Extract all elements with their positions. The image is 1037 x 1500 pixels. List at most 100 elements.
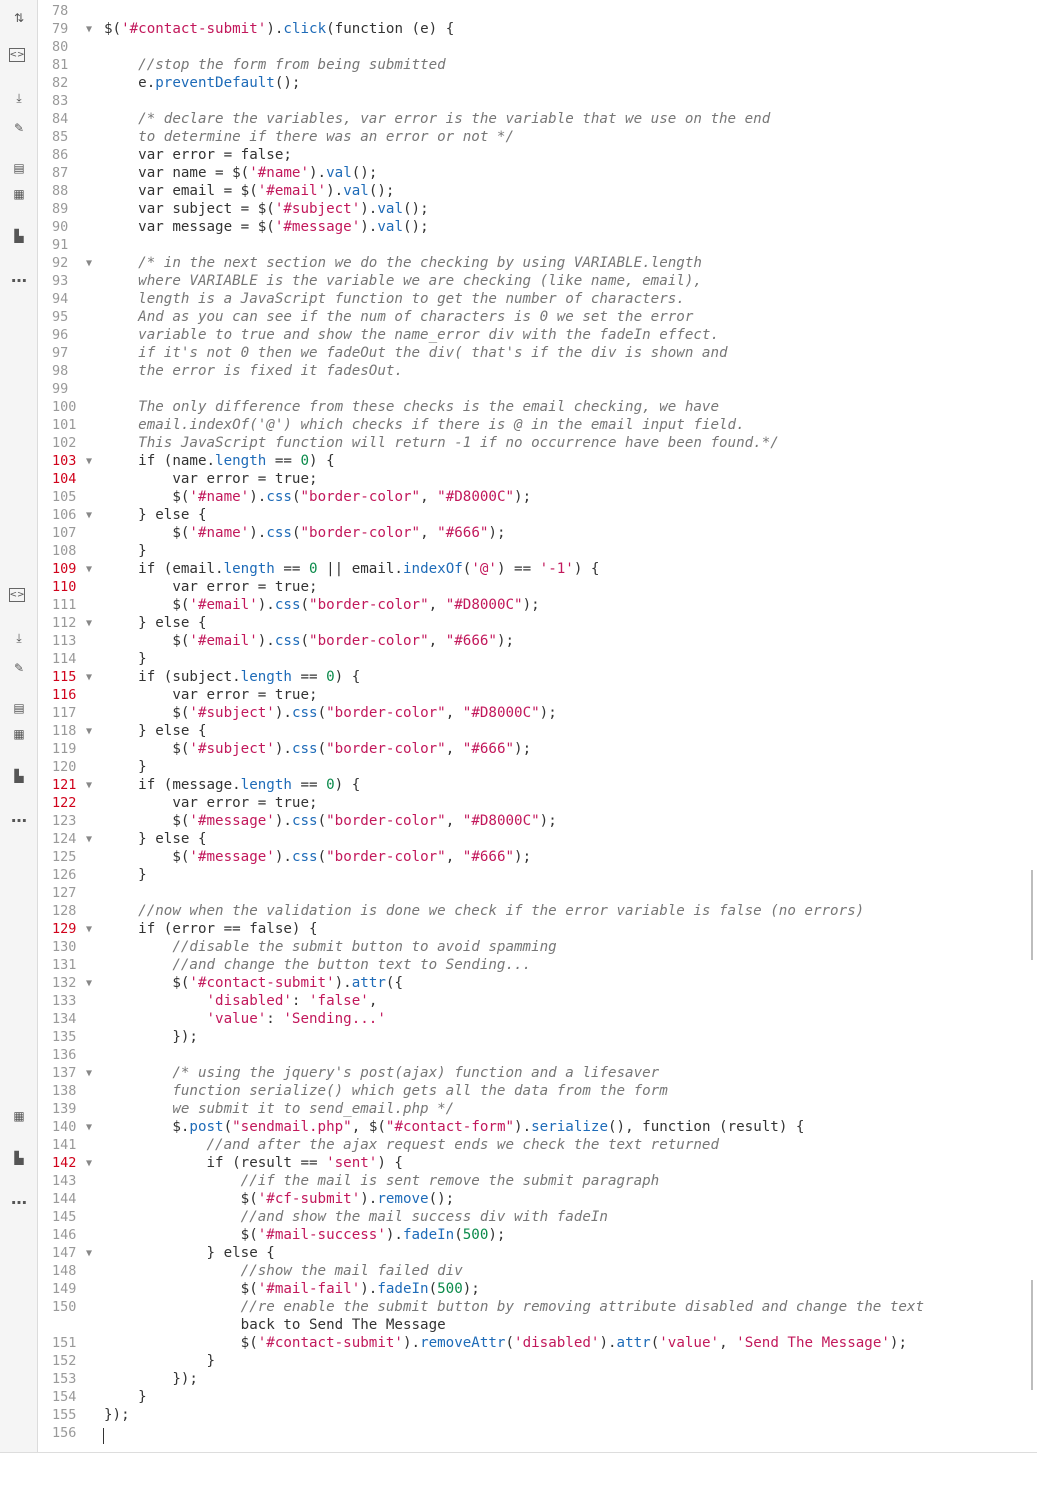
code-line[interactable]: 132 ▼ $('#contact-submit').attr({ — [0, 974, 1037, 992]
scrollbar-marker[interactable] — [1031, 870, 1033, 960]
fold-arrow-icon[interactable]: ▼ — [86, 723, 92, 741]
code-line[interactable]: 137 ▼ /* using the jquery's post(ajax) fu… — [0, 1064, 1037, 1082]
scrollbar-marker[interactable] — [1031, 1280, 1033, 1390]
code-line[interactable]: 144 $('#cf-submit').remove(); — [0, 1190, 1037, 1208]
code-line[interactable]: 154 } — [0, 1388, 1037, 1406]
code-line[interactable]: 114 } — [0, 650, 1037, 668]
code-line[interactable]: 139 we submit it to send_email.php */ — [0, 1100, 1037, 1118]
code-line[interactable]: back to Send The Message — [0, 1316, 1037, 1334]
fold-arrow-icon[interactable]: ▼ — [86, 1245, 92, 1263]
code-line[interactable]: 99 — [0, 380, 1037, 398]
code-line[interactable]: 106 ▼ } else { — [0, 506, 1037, 524]
code-line[interactable]: 87 var name = $('#name').val(); — [0, 164, 1037, 182]
code-line[interactable]: 109 ▼ if (email.length == 0 || email.inde… — [0, 560, 1037, 578]
code-editor[interactable]: 78 79 ▼ $('#contact-submit').click(function… — [0, 0, 1037, 1452]
code-line[interactable]: 96 variable to true and show the name_er… — [0, 326, 1037, 344]
code-line[interactable]: 101 email.indexOf('@') which checks if t… — [0, 416, 1037, 434]
code-line[interactable]: 124 ▼ } else { — [0, 830, 1037, 848]
code-line[interactable]: 138 function serialize() which gets all … — [0, 1082, 1037, 1100]
code-line[interactable]: 150 //re enable the submit button by rem… — [0, 1298, 1037, 1316]
code-line[interactable]: 156 — [0, 1424, 1037, 1442]
code-line[interactable]: 119 $('#subject').css("border-color", "#… — [0, 740, 1037, 758]
code-line[interactable]: 116 var error = true; — [0, 686, 1037, 704]
code-line[interactable]: 98 the error is fixed it fadesOut. — [0, 362, 1037, 380]
fold-arrow-icon[interactable]: ▼ — [86, 1155, 92, 1173]
code-line[interactable]: 143 //if the mail is sent remove the sub… — [0, 1172, 1037, 1190]
code-line[interactable]: 131 //and change the button text to Send… — [0, 956, 1037, 974]
fold-arrow-icon[interactable]: ▼ — [86, 669, 92, 687]
code-line[interactable]: 110 var error = true; — [0, 578, 1037, 596]
code-line[interactable]: 140 ▼ $.post("sendmail.php", $("#contact-… — [0, 1118, 1037, 1136]
fold-arrow-icon[interactable]: ▼ — [86, 507, 92, 525]
line-number: 127 — [52, 885, 77, 901]
code-line[interactable]: 148 //show the mail failed div — [0, 1262, 1037, 1280]
code-line[interactable]: 146 $('#mail-success').fadeIn(500); — [0, 1226, 1037, 1244]
code-line[interactable]: 84 /* declare the variables, var error i… — [0, 110, 1037, 128]
code-line[interactable]: 83 — [0, 92, 1037, 110]
code-line[interactable]: 113 $('#email').css("border-color", "#66… — [0, 632, 1037, 650]
code-line[interactable]: 134 'value': 'Sending...' — [0, 1010, 1037, 1028]
code-line[interactable]: 130 //disable the submit button to avoid… — [0, 938, 1037, 956]
code-line[interactable]: 123 $('#message').css("border-color", "#… — [0, 812, 1037, 830]
code-line[interactable]: 93 where VARIABLE is the variable we are… — [0, 272, 1037, 290]
code-line[interactable]: 80 — [0, 38, 1037, 56]
code-line[interactable]: 145 //and show the mail success div with… — [0, 1208, 1037, 1226]
code-line[interactable]: 90 var message = $('#message').val(); — [0, 218, 1037, 236]
code-line[interactable]: 151 $('#contact-submit').removeAttr('dis… — [0, 1334, 1037, 1352]
code-line[interactable]: 81 //stop the form from being submitted — [0, 56, 1037, 74]
fold-arrow-icon[interactable]: ▼ — [86, 1065, 92, 1083]
code-line[interactable]: 86 var error = false; — [0, 146, 1037, 164]
code-line[interactable]: 100 The only difference from these check… — [0, 398, 1037, 416]
code-line[interactable]: 79 ▼ $('#contact-submit').click(function (… — [0, 20, 1037, 38]
code-line[interactable]: 103 ▼ if (name.length == 0) { — [0, 452, 1037, 470]
fold-arrow-icon[interactable]: ▼ — [86, 453, 92, 471]
code-line[interactable]: 120 } — [0, 758, 1037, 776]
code-line[interactable]: 97 if it's not 0 then we fadeOut the div… — [0, 344, 1037, 362]
fold-arrow-icon[interactable]: ▼ — [86, 21, 92, 39]
code-line[interactable]: 149 $('#mail-fail').fadeIn(500); — [0, 1280, 1037, 1298]
code-line[interactable]: 127 — [0, 884, 1037, 902]
code-line[interactable]: 125 $('#message').css("border-color", "#… — [0, 848, 1037, 866]
code-line[interactable]: 82 e.preventDefault(); — [0, 74, 1037, 92]
code-line[interactable]: 118 ▼ } else { — [0, 722, 1037, 740]
code-line[interactable]: 126 } — [0, 866, 1037, 884]
code-line[interactable]: 155}); — [0, 1406, 1037, 1424]
code-line[interactable]: 142 ▼ if (result == 'sent') { — [0, 1154, 1037, 1172]
code-line[interactable]: 115 ▼ if (subject.length == 0) { — [0, 668, 1037, 686]
fold-arrow-icon[interactable]: ▼ — [86, 1119, 92, 1137]
code-line[interactable]: 95 And as you can see if the num of char… — [0, 308, 1037, 326]
code-line[interactable]: 89 var subject = $('#subject').val(); — [0, 200, 1037, 218]
code-line[interactable]: 147 ▼ } else { — [0, 1244, 1037, 1262]
code-line[interactable]: 112 ▼ } else { — [0, 614, 1037, 632]
code-line[interactable]: 128 //now when the validation is done we… — [0, 902, 1037, 920]
code-line[interactable]: 78 — [0, 2, 1037, 20]
code-line[interactable]: 152 } — [0, 1352, 1037, 1370]
code-line[interactable]: 94 length is a JavaScript function to ge… — [0, 290, 1037, 308]
code-line[interactable]: 141 //and after the ajax request ends we… — [0, 1136, 1037, 1154]
code-line[interactable]: 117 $('#subject').css("border-color", "#… — [0, 704, 1037, 722]
code-line[interactable]: 129 ▼ if (error == false) { — [0, 920, 1037, 938]
code-line[interactable]: 122 var error = true; — [0, 794, 1037, 812]
fold-arrow-icon[interactable]: ▼ — [86, 921, 92, 939]
code-line[interactable]: 135 }); — [0, 1028, 1037, 1046]
code-line[interactable]: 105 $('#name').css("border-color", "#D80… — [0, 488, 1037, 506]
fold-arrow-icon[interactable]: ▼ — [86, 615, 92, 633]
code-line[interactable]: 153 }); — [0, 1370, 1037, 1388]
code-line[interactable]: 104 var error = true; — [0, 470, 1037, 488]
code-line[interactable]: 136 — [0, 1046, 1037, 1064]
fold-arrow-icon[interactable]: ▼ — [86, 777, 92, 795]
code-line[interactable]: 108 } — [0, 542, 1037, 560]
fold-arrow-icon[interactable]: ▼ — [86, 255, 92, 273]
code-line[interactable]: 111 $('#email').css("border-color", "#D8… — [0, 596, 1037, 614]
code-line[interactable]: 133 'disabled': 'false', — [0, 992, 1037, 1010]
code-line[interactable]: 102 This JavaScript function will return… — [0, 434, 1037, 452]
code-line[interactable]: 107 $('#name').css("border-color", "#666… — [0, 524, 1037, 542]
code-line[interactable]: 121 ▼ if (message.length == 0) { — [0, 776, 1037, 794]
fold-arrow-icon[interactable]: ▼ — [86, 561, 92, 579]
fold-arrow-icon[interactable]: ▼ — [86, 975, 92, 993]
code-line[interactable]: 85 to determine if there was an error or… — [0, 128, 1037, 146]
fold-arrow-icon[interactable]: ▼ — [86, 831, 92, 849]
code-line[interactable]: 92 ▼ /* in the next section we do the che… — [0, 254, 1037, 272]
code-line[interactable]: 88 var email = $('#email').val(); — [0, 182, 1037, 200]
code-line[interactable]: 91 — [0, 236, 1037, 254]
